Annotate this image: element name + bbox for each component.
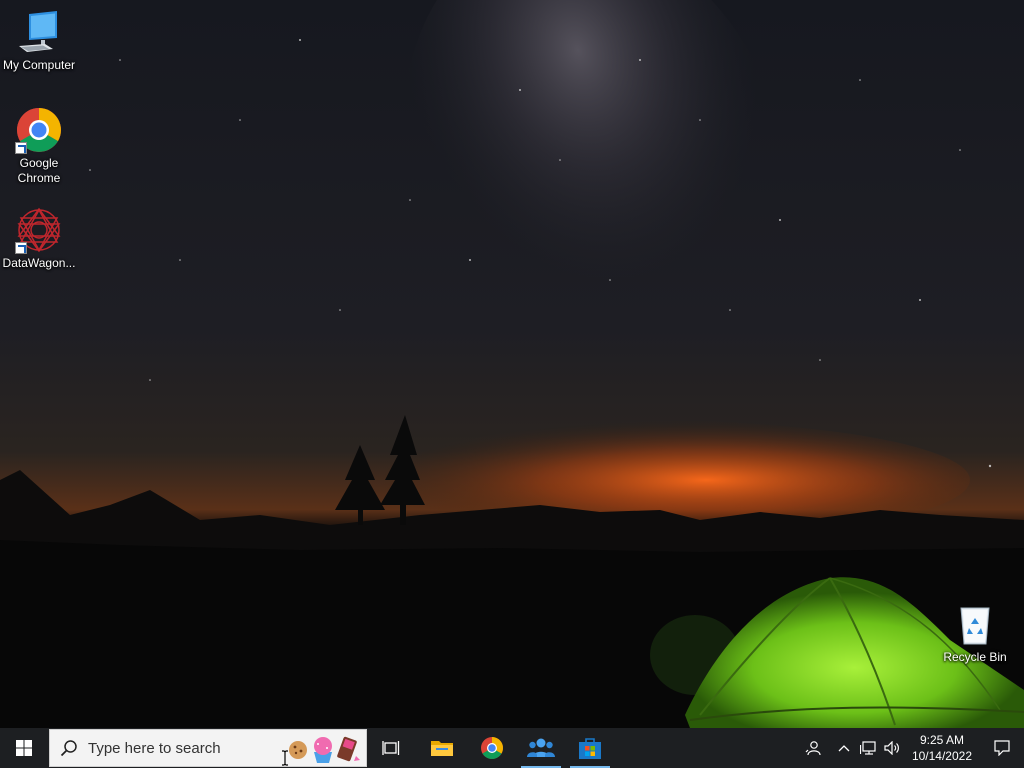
search-icon bbox=[50, 739, 88, 757]
text-cursor-icon bbox=[281, 750, 289, 766]
recycle-bin-icon bbox=[951, 600, 999, 648]
store-icon bbox=[579, 738, 601, 759]
desktop-icon-label: My Computer bbox=[2, 58, 76, 72]
clock-time: 9:25 AM bbox=[919, 733, 964, 747]
desktop-wallpaper bbox=[0, 0, 1024, 728]
task-view-button[interactable] bbox=[367, 728, 415, 768]
desktop-icon-label: DataWagon... bbox=[2, 256, 76, 270]
search-placeholder: Type here to search bbox=[88, 739, 221, 757]
clock-date: 10/14/2022 bbox=[911, 749, 972, 763]
chrome-taskbar-button[interactable] bbox=[468, 728, 516, 768]
people-button[interactable] bbox=[517, 728, 565, 768]
action-center-button[interactable] bbox=[980, 728, 1024, 768]
chevron-up-icon bbox=[838, 745, 850, 752]
people-icon bbox=[527, 738, 555, 757]
chrome-icon bbox=[481, 737, 503, 759]
file-explorer-button[interactable] bbox=[418, 728, 466, 768]
network-button[interactable] bbox=[856, 728, 880, 768]
network-icon bbox=[859, 741, 876, 755]
desktop-icon-my-computer[interactable]: My Computer bbox=[0, 8, 78, 73]
windows-logo-icon bbox=[16, 740, 32, 756]
monitor-icon bbox=[15, 8, 63, 56]
desktop-icon-datawagon[interactable]: DataWagon... bbox=[0, 206, 78, 271]
taskbar: Type here to search 9:25 AM 10/14/2022 bbox=[0, 728, 1024, 768]
volume-button[interactable] bbox=[880, 728, 904, 768]
datawagon-icon bbox=[15, 206, 63, 254]
microsoft-store-button[interactable] bbox=[566, 728, 614, 768]
folder-icon bbox=[431, 741, 453, 756]
show-hidden-icons-button[interactable] bbox=[832, 728, 856, 768]
search-box[interactable]: Type here to search bbox=[49, 729, 367, 767]
desktop-icon-label: Google Chrome bbox=[17, 156, 61, 185]
people-outline-icon bbox=[805, 741, 821, 756]
shortcut-arrow-icon bbox=[15, 242, 27, 254]
desktop-icon-google-chrome[interactable]: Google Chrome bbox=[0, 106, 78, 186]
task-view-icon bbox=[382, 741, 400, 755]
desktop-icon-recycle-bin[interactable]: Recycle Bin bbox=[936, 600, 1014, 665]
shortcut-arrow-icon bbox=[15, 142, 27, 154]
chrome-icon bbox=[15, 106, 63, 154]
system-tray: 9:25 AM 10/14/2022 bbox=[796, 728, 1024, 768]
desktop-icon-label: Recycle Bin bbox=[943, 650, 1007, 664]
start-button[interactable] bbox=[0, 728, 48, 768]
clock[interactable]: 9:25 AM 10/14/2022 bbox=[904, 732, 980, 764]
speaker-icon bbox=[884, 741, 899, 755]
notification-icon bbox=[994, 740, 1010, 756]
search-highlight-image[interactable] bbox=[284, 732, 364, 764]
people-tray-button[interactable] bbox=[796, 728, 830, 768]
